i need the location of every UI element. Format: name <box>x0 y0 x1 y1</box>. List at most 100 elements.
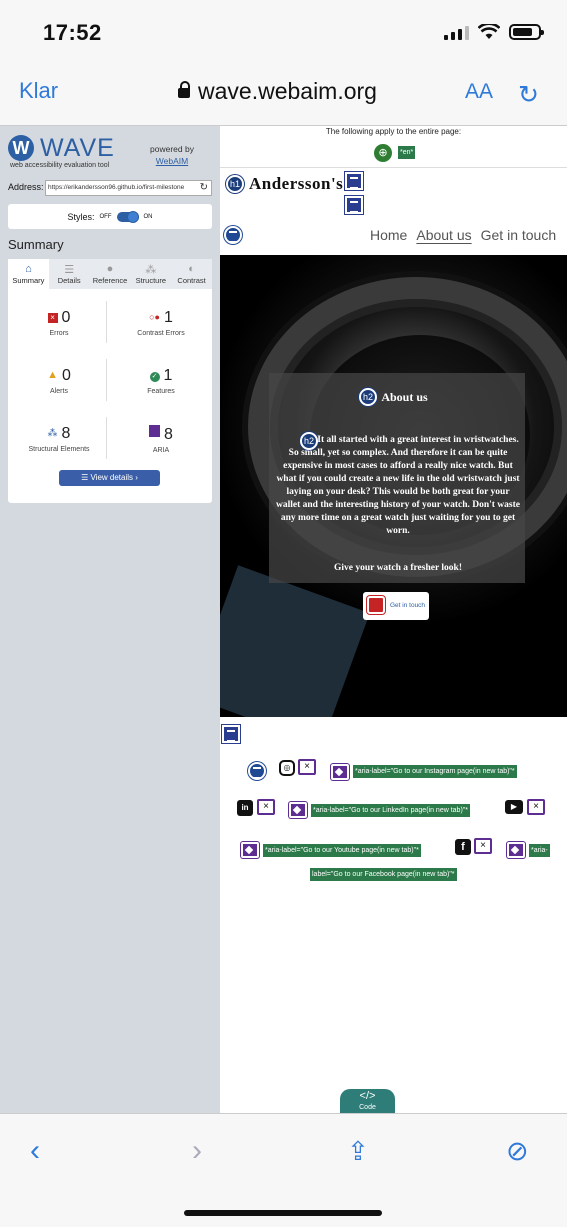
forward-icon[interactable]: › <box>192 1134 202 1168</box>
nav-get-in-touch[interactable]: Get in touch <box>481 227 557 243</box>
share-icon[interactable]: ⇪ <box>347 1136 369 1167</box>
stat-value: 1 <box>163 309 173 326</box>
facebook-icon[interactable]: f <box>455 839 471 855</box>
code-icon: </> <box>359 1090 376 1102</box>
aria-label-tag: *aria-label="Go to our Instagram page(in… <box>353 765 517 778</box>
address-value: https://erikandersson96.github.io/first-… <box>48 184 185 191</box>
view-details-label: View details › <box>90 473 138 482</box>
stat-aria[interactable]: 8 ARIA <box>110 425 212 454</box>
summary-title: Summary <box>8 237 64 252</box>
structure-icon: ⁂ <box>145 264 157 276</box>
list-icon[interactable] <box>224 226 242 244</box>
view-details-button[interactable]: ☰ View details › <box>59 470 160 486</box>
aria-label-tag: *aria-label="Go to our Youtube page(in n… <box>263 844 421 857</box>
aria-label-tag: *aria- <box>529 844 550 857</box>
tab-structure[interactable]: ⁂ Structure <box>130 259 171 289</box>
language-tag: *en* <box>398 146 416 159</box>
wave-title: WAVE <box>40 134 115 162</box>
stat-value: 0 <box>61 367 71 384</box>
reload-icon[interactable]: ↻ <box>518 80 539 110</box>
stat-structural[interactable]: ⁂ 8 Structural Elements <box>8 425 110 453</box>
nav-about-us[interactable]: About us <box>416 227 471 243</box>
aria-label-tag: label="Go to our Facebook page(in new ta… <box>310 868 457 881</box>
styles-toggle-row: Styles: OFF ON <box>8 204 212 229</box>
aria-hidden-icon[interactable]: × <box>257 799 275 815</box>
tab-label: Details <box>57 276 81 285</box>
styles-toggle[interactable] <box>116 210 139 223</box>
aria-label-icon[interactable] <box>289 802 307 818</box>
aria-hidden-icon[interactable]: × <box>298 759 316 775</box>
address-input[interactable]: https://erikandersson96.github.io/first-… <box>45 180 212 196</box>
compass-icon[interactable]: ⊘ <box>506 1136 529 1167</box>
clock: 17:52 <box>43 20 102 45</box>
tab-details[interactable]: ☰ Details <box>49 259 90 289</box>
footer-landmark-icon[interactable] <box>222 725 240 743</box>
aria-hidden-icon[interactable]: × <box>527 799 545 815</box>
browser-toolbar: Klar wave.webaim.org AA ↻ <box>0 68 567 126</box>
wave-logo-icon: W <box>8 135 34 161</box>
nav-landmark-icon[interactable] <box>345 196 363 214</box>
info-icon: ● <box>106 263 114 275</box>
tab-label: Contrast <box>177 276 206 285</box>
aria-hidden-icon[interactable]: × <box>474 838 492 854</box>
powered-by-text: powered by <box>150 144 194 154</box>
nav-home[interactable]: Home <box>370 227 407 243</box>
get-in-touch-button[interactable]: Get in touch <box>363 592 429 620</box>
text-size-button[interactable]: AA <box>465 80 493 104</box>
battery-icon <box>509 24 544 40</box>
styles-on-label: ON <box>143 213 153 220</box>
back-icon[interactable]: ‹ <box>30 1134 40 1168</box>
lock-icon <box>178 81 190 100</box>
header-landmark-icon[interactable] <box>345 172 363 190</box>
stat-label: Alerts <box>50 388 68 395</box>
powered-by: powered by WebAIM <box>150 143 194 167</box>
summary-panel: ⌂ Summary ☰ Details ● Reference ⁂ Structure … <box>8 259 212 503</box>
stat-errors[interactable]: × 0 Errors <box>8 309 110 337</box>
styles-label: Styles: <box>67 211 95 222</box>
h1-badge-icon[interactable]: h1 <box>226 175 244 193</box>
styles-off-label: OFF <box>99 213 112 220</box>
contrast-icon: ◐ <box>188 263 195 275</box>
evaluated-page: The following apply to the entire page: … <box>220 126 567 1113</box>
done-button[interactable]: Klar <box>19 78 58 104</box>
language-icon[interactable]: ⊕ <box>374 144 392 162</box>
address-label: Address: <box>8 182 44 192</box>
tab-summary[interactable]: ⌂ Summary <box>8 259 49 289</box>
about-title: About us <box>381 390 428 404</box>
brand-heading: Andersson's <box>249 174 344 193</box>
aria-label-icon[interactable] <box>507 842 525 858</box>
tab-contrast[interactable]: ◐ Contrast <box>171 259 212 289</box>
stat-contrast-errors[interactable]: ○● 1 Contrast Errors <box>110 309 212 337</box>
stat-features[interactable]: ✓ 1 Features <box>110 367 212 395</box>
watch-strap <box>220 565 370 717</box>
feature-icon: ✓ <box>149 372 160 382</box>
get-in-touch-label: Get in touch <box>390 602 426 609</box>
webaim-link[interactable]: WebAIM <box>156 156 188 166</box>
list-icon[interactable] <box>248 762 266 780</box>
refresh-icon[interactable]: ↻ <box>200 182 208 193</box>
wave-sidebar: W WAVE web accessibility evaluation tool… <box>0 126 220 1113</box>
stat-label: Structural Elements <box>28 446 90 453</box>
structure-icon: ⁂ <box>47 428 58 439</box>
instagram-icon[interactable]: ◎ <box>279 760 295 776</box>
wave-subtitle: web accessibility evaluation tool <box>10 162 110 169</box>
url-text: wave.webaim.org <box>198 78 377 104</box>
stat-label: Contrast Errors <box>137 330 185 337</box>
code-label: Code <box>359 1104 376 1111</box>
linkedin-icon[interactable]: in <box>237 800 253 816</box>
tab-reference[interactable]: ● Reference <box>90 259 131 289</box>
home-indicator <box>184 1210 382 1216</box>
tab-label: Summary <box>12 276 45 285</box>
aria-icon <box>149 425 161 437</box>
stat-alerts[interactable]: ▲ 0 Alerts <box>8 367 110 395</box>
contrast-error-icon <box>367 596 385 614</box>
aria-label-icon[interactable] <box>241 842 259 858</box>
stat-value: 0 <box>61 309 71 326</box>
contrast-error-icon: ○● <box>149 312 160 322</box>
aria-label-icon[interactable] <box>331 764 349 780</box>
error-icon: × <box>47 313 58 323</box>
youtube-icon[interactable]: ▶ <box>505 800 523 814</box>
wifi-icon <box>478 24 500 39</box>
address-bar[interactable]: wave.webaim.org <box>178 78 377 105</box>
code-toggle-button[interactable]: </> Code <box>340 1089 395 1113</box>
